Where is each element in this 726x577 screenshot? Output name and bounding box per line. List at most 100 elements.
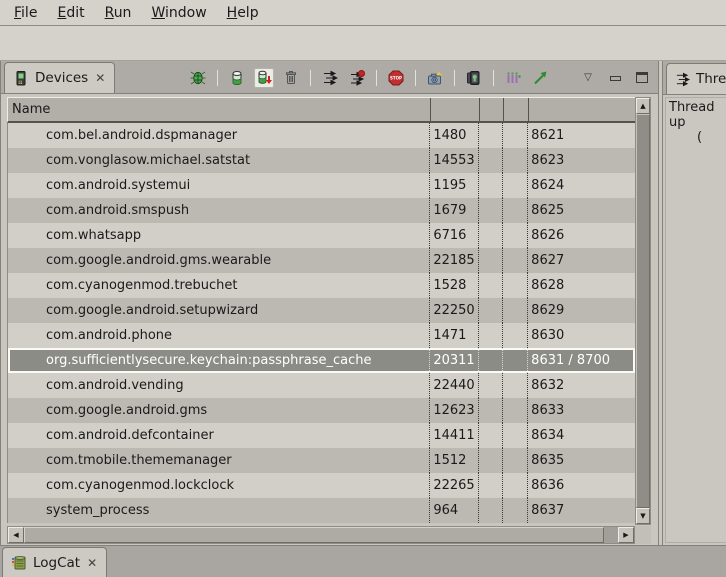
table-row[interactable]: com.android.systemui11958624 [8, 173, 635, 198]
table-row[interactable]: system_process9648637 [8, 498, 635, 523]
column-header-name[interactable]: Name [8, 102, 50, 117]
tab-threads-label: Threa [696, 71, 726, 87]
table-row[interactable]: com.cyanogenmod.trebuchet15288628 [8, 273, 635, 298]
table-row[interactable]: com.whatsapp67168626 [8, 223, 635, 248]
empty-cell [478, 448, 502, 473]
table-row[interactable]: com.google.android.gms12623 8633 [8, 398, 635, 423]
table-row[interactable]: com.tmobile.thememanager15128635 [8, 448, 635, 473]
column-separator[interactable] [528, 98, 529, 121]
view-menu-icon[interactable]: ▽ [578, 68, 598, 88]
debug-process-icon[interactable] [188, 68, 208, 88]
debug-port: 8629 [527, 298, 635, 323]
empty-cell [478, 273, 502, 298]
table-row[interactable]: com.cyanogenmod.lockclock222658636 [8, 473, 635, 498]
process-pid: 22250 [429, 298, 478, 323]
threads-tabbar: Threa [663, 61, 726, 95]
logcat-bar: LogCat ✕ [0, 545, 726, 577]
process-pid: 12623 [429, 398, 478, 423]
table-row[interactable]: com.android.vending22440 8632 [8, 373, 635, 398]
scroll-right-button[interactable]: ▶ [618, 527, 634, 543]
empty-cell [502, 298, 527, 323]
table-row[interactable]: com.bel.android.dspmanager14808621 [8, 123, 635, 148]
debug-port: 8632 [527, 373, 635, 398]
process-name: com.android.systemui [8, 173, 429, 198]
screen-record-icon[interactable] [464, 68, 484, 88]
horizontal-scrollbar[interactable]: ◀ ▶ [7, 526, 635, 544]
menu-edit[interactable]: Edit [47, 2, 94, 24]
scroll-down-button[interactable]: ▼ [636, 508, 650, 524]
debug-port: 8633 [527, 398, 635, 423]
column-separator[interactable] [479, 98, 480, 121]
start-method-profiling-icon[interactable] [347, 68, 367, 88]
threads-message: Thread up ( [665, 97, 726, 543]
empty-cell [502, 423, 527, 448]
horizontal-scroll-track[interactable] [604, 527, 618, 543]
table-row[interactable]: com.android.smspush16798625 [8, 198, 635, 223]
close-icon[interactable]: ✕ [94, 71, 106, 85]
process-name: com.whatsapp [8, 223, 429, 248]
empty-cell [502, 273, 527, 298]
empty-cell [478, 398, 502, 423]
debug-port: 8628 [527, 273, 635, 298]
vertical-scrollbar[interactable]: ▲ ▼ [635, 97, 651, 525]
cause-gc-icon[interactable] [281, 68, 301, 88]
empty-cell [502, 398, 527, 423]
menu-bar: FileEditRunWindowHelp [0, 0, 726, 26]
table-row[interactable]: com.vonglasow.michael.satstat145538623 [8, 148, 635, 173]
column-separator[interactable] [503, 98, 504, 121]
tab-threads[interactable]: Threa [666, 63, 726, 94]
tab-logcat[interactable]: LogCat ✕ [2, 547, 107, 577]
process-name: com.google.android.gms [8, 398, 429, 423]
update-heap-icon[interactable] [227, 68, 247, 88]
empty-cell [478, 173, 502, 198]
table-header[interactable]: Name [7, 97, 635, 123]
capture-systrace-icon[interactable] [503, 68, 523, 88]
column-separator[interactable] [430, 98, 431, 121]
process-pid: 22440 [429, 373, 478, 398]
table-row[interactable]: com.google.android.gms.wearable221858627 [8, 248, 635, 273]
scroll-left-button[interactable]: ◀ [8, 527, 24, 543]
process-pid: 1480 [429, 123, 478, 148]
process-pid: 1528 [429, 273, 478, 298]
process-pid: 1512 [429, 448, 478, 473]
menu-file[interactable]: File [4, 2, 47, 24]
maximize-icon[interactable] [632, 68, 652, 88]
start-opengl-trace-icon[interactable] [530, 68, 550, 88]
empty-cell [478, 248, 502, 273]
table-row[interactable]: com.google.android.setupwizard222508629 [8, 298, 635, 323]
screen-capture-icon[interactable] [425, 68, 445, 88]
stop-process-icon[interactable]: STOP [386, 68, 406, 88]
empty-cell [502, 498, 527, 523]
empty-cell [502, 248, 527, 273]
main-area: Devices ✕ [0, 60, 726, 545]
horizontal-scroll-thumb[interactable] [24, 527, 604, 543]
devices-panel: Devices ✕ [0, 61, 658, 545]
tab-devices[interactable]: Devices ✕ [4, 62, 115, 93]
scroll-up-button[interactable]: ▲ [636, 98, 650, 114]
table-row[interactable]: org.sufficientlysecure.keychain:passphra… [8, 348, 635, 373]
minimize-icon[interactable] [605, 68, 625, 88]
dump-hprof-icon[interactable] [254, 68, 274, 88]
threads-icon [675, 72, 690, 87]
vertical-scroll-thumb[interactable] [636, 114, 650, 508]
debug-port: 8637 [527, 498, 635, 523]
menu-run[interactable]: Run [95, 2, 142, 24]
empty-cell [478, 148, 502, 173]
tab-devices-label: Devices [35, 70, 88, 86]
empty-cell [502, 198, 527, 223]
process-name: com.android.defcontainer [8, 423, 429, 448]
debug-port: 8621 [527, 123, 635, 148]
empty-cell [502, 148, 527, 173]
close-icon[interactable]: ✕ [86, 556, 98, 570]
table-row[interactable]: com.android.phone14718630 [8, 323, 635, 348]
empty-cell [502, 173, 527, 198]
table-row[interactable]: com.android.defcontainer144118634 [8, 423, 635, 448]
update-threads-icon[interactable] [320, 68, 340, 88]
menu-window[interactable]: Window [141, 2, 216, 24]
empty-cell [502, 373, 527, 398]
menu-help[interactable]: Help [217, 2, 269, 24]
debug-port: 8624 [527, 173, 635, 198]
toolbar-separator [493, 70, 494, 86]
process-name: com.vonglasow.michael.satstat [8, 148, 429, 173]
process-name: com.android.vending [8, 373, 429, 398]
